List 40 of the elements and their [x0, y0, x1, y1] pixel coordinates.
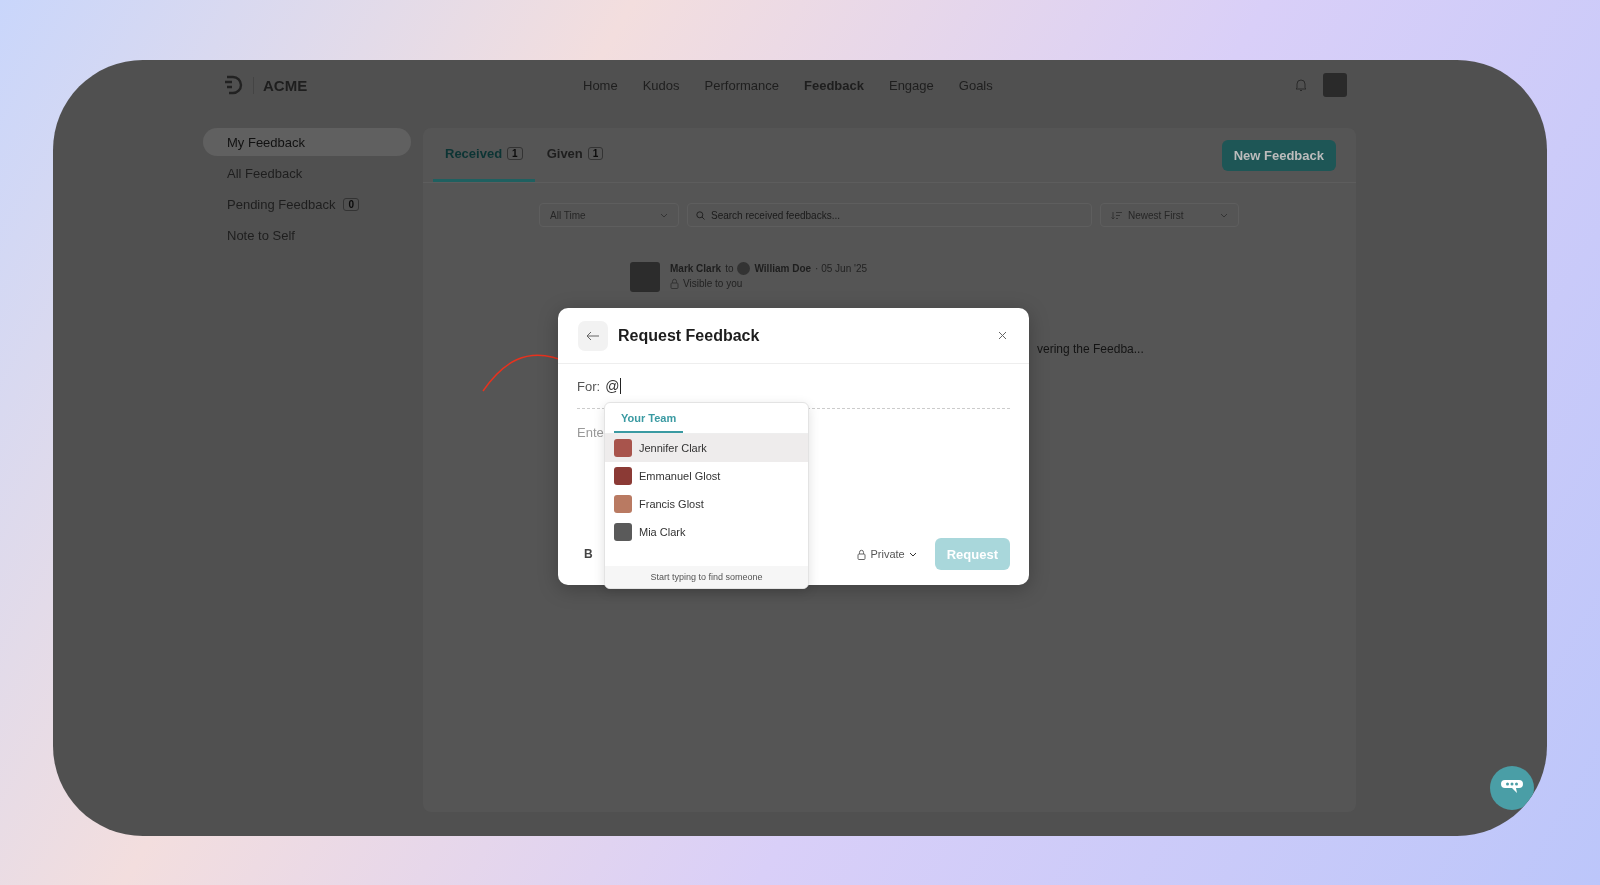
person-option[interactable]: Francis Glost	[605, 490, 808, 518]
person-option[interactable]: Mia Clark	[605, 518, 808, 546]
recipient-avatar	[737, 262, 751, 275]
privacy-select[interactable]: Private	[851, 547, 923, 561]
author-name[interactable]: Mark Clark	[670, 263, 722, 274]
chevron-down-icon	[908, 551, 917, 557]
person-option[interactable]: Jennifer Clark	[605, 434, 808, 462]
count-badge: 1	[587, 147, 604, 160]
logo-icon	[223, 74, 243, 96]
recipient-input[interactable]: @	[605, 378, 622, 394]
person-avatar	[614, 523, 632, 541]
bold-button[interactable]: B	[584, 547, 593, 561]
bell-icon[interactable]	[1295, 78, 1307, 92]
person-avatar	[614, 439, 632, 457]
user-avatar[interactable]	[1323, 73, 1347, 97]
dialog-title: Request Feedback	[618, 326, 761, 345]
close-button[interactable]	[996, 329, 1009, 342]
search-icon	[696, 211, 705, 220]
sort-icon	[1111, 210, 1122, 220]
author-avatar	[630, 262, 660, 292]
lock-icon	[857, 548, 867, 560]
for-label: For:	[577, 378, 601, 394]
chevron-down-icon	[660, 212, 668, 218]
feedback-excerpt: vering the Feedba...	[1037, 342, 1144, 356]
search-hint: Start typing to find someone	[605, 566, 808, 588]
chevron-down-icon	[1220, 212, 1228, 218]
lock-icon	[670, 278, 679, 289]
tab[interactable]: Received 1	[433, 128, 535, 182]
chat-button[interactable]	[1490, 766, 1534, 810]
person-option[interactable]: Emmanuel Glost	[605, 462, 808, 490]
message-placeholder[interactable]: Ente	[577, 425, 604, 440]
count-badge: 1	[507, 147, 523, 160]
person-avatar	[614, 495, 632, 513]
person-avatar	[614, 467, 632, 485]
new-feedback-button[interactable]: New Feedback	[1221, 139, 1336, 171]
back-arrow-icon	[586, 330, 600, 341]
sidebar-item[interactable]: My Feedback	[203, 128, 411, 156]
count-badge: 0	[343, 197, 359, 211]
close-icon	[998, 331, 1007, 340]
back-button[interactable]	[578, 320, 608, 351]
